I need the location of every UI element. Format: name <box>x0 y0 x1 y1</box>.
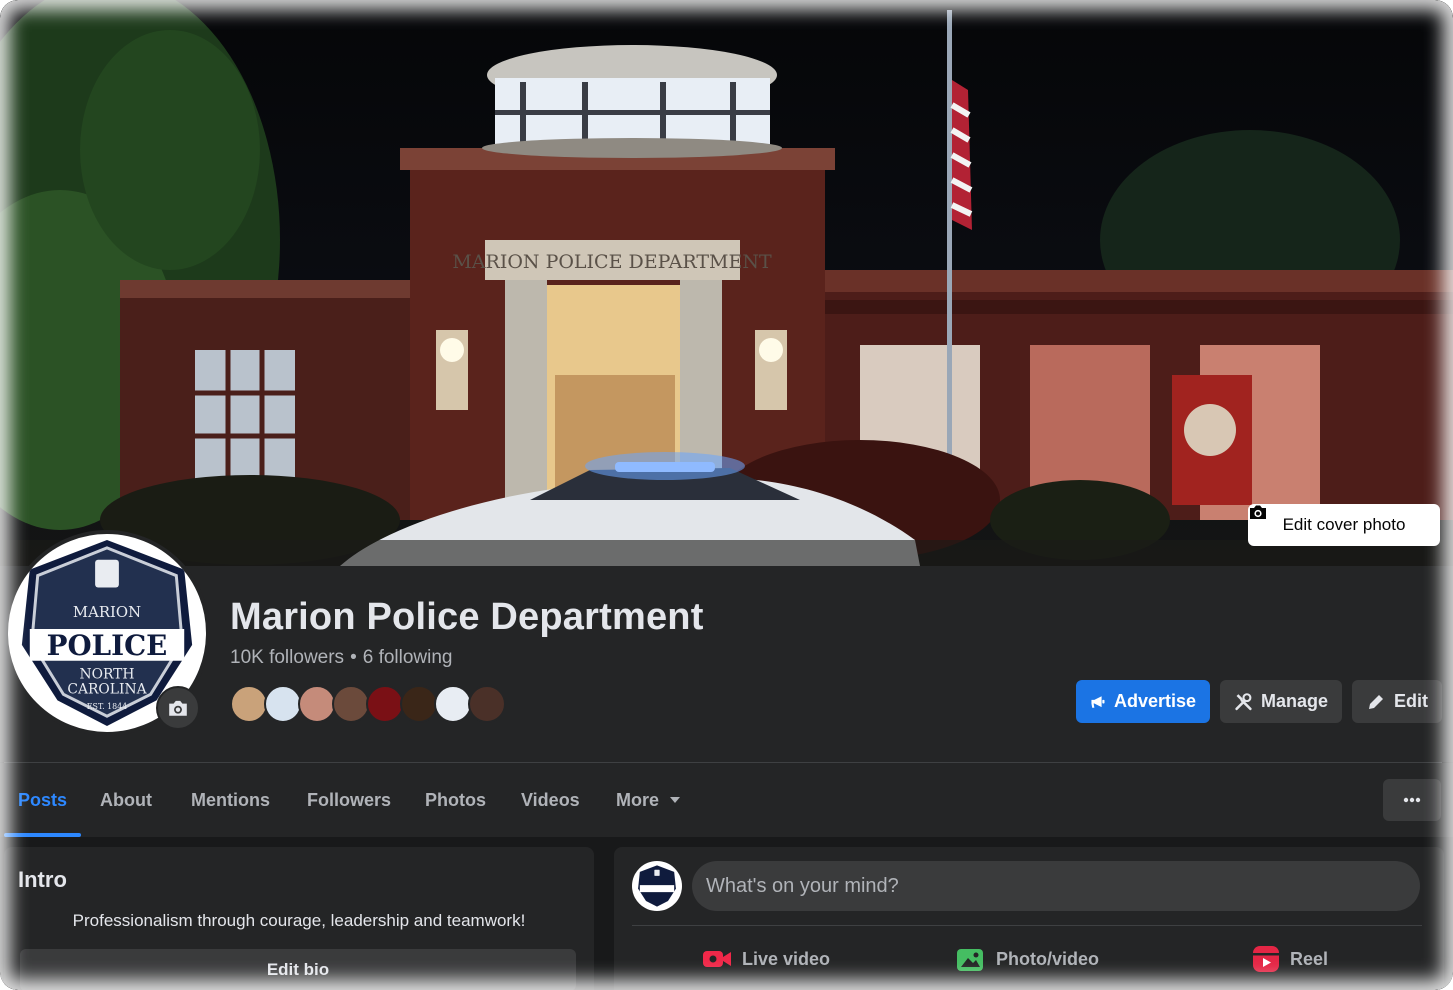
photo-video-button[interactable]: Photo/video <box>956 943 1099 975</box>
post-composer: What's on your mind? Live video Photo/vi… <box>614 847 1444 990</box>
live-video-label: Live video <box>742 948 831 969</box>
follower-avatar[interactable] <box>366 685 404 723</box>
photo-video-label: Photo/video <box>996 948 1099 969</box>
tab-about[interactable]: About <box>100 763 152 837</box>
building-sign-text: MARION POLICE DEPARTMENT <box>452 251 772 273</box>
photo-icon <box>957 949 983 971</box>
tab-more-label: More <box>616 789 660 810</box>
edit-cover-photo-button[interactable]: Edit cover photo <box>1248 504 1440 546</box>
camera-icon <box>169 700 187 716</box>
tab-videos[interactable]: Videos <box>521 763 580 837</box>
police-badge-logo-small <box>638 865 676 907</box>
logo-sub2-text: CAROLINA <box>67 681 147 697</box>
follower-avatar[interactable] <box>468 685 506 723</box>
camera-icon <box>1250 505 1266 519</box>
tab-photos[interactable]: Photos <box>425 763 486 837</box>
follower-avatar[interactable] <box>298 685 336 723</box>
follower-avatar[interactable] <box>434 685 472 723</box>
composer-avatar[interactable] <box>632 861 682 911</box>
intro-bio: Professionalism through courage, leaders… <box>72 911 526 930</box>
edit-page-button[interactable]: Edit <box>1352 680 1442 723</box>
page-tabs: Posts About Mentions Followers Photos Vi… <box>0 763 1453 837</box>
follower-avatar[interactable] <box>264 685 302 723</box>
tab-more[interactable]: More <box>616 763 681 837</box>
edit-bio-button[interactable]: Edit bio <box>20 949 576 990</box>
stats-separator: • <box>350 647 357 668</box>
logo-est-text: EST. 1844 <box>87 702 127 711</box>
cover-photo-scene: MARION POLICE DEPARTMENT <box>0 0 1453 566</box>
intro-title: Intro <box>18 867 67 892</box>
manage-button[interactable]: Manage <box>1220 680 1342 723</box>
tab-posts[interactable]: Posts <box>18 763 67 837</box>
composer-divider <box>632 925 1422 926</box>
pencil-icon <box>1369 694 1383 709</box>
more-options-button[interactable] <box>1383 779 1441 821</box>
reel-button[interactable]: Reel <box>1252 943 1328 975</box>
intro-card: Intro Professionalism through courage, l… <box>4 847 594 990</box>
page-stats: 10K followers • 6 following <box>230 647 453 669</box>
page-title: Marion Police Department <box>230 596 704 638</box>
megaphone-icon <box>1091 695 1105 708</box>
following-count-link[interactable]: 6 following <box>363 647 453 668</box>
follower-avatar[interactable] <box>230 685 268 723</box>
edit-cover-photo-label: Edit cover photo <box>1282 515 1406 534</box>
facebook-page-window: MARION POLICE DEPARTMENT Edit cover phot… <box>0 0 1453 990</box>
page-header <box>0 566 1453 762</box>
follower-avatars[interactable] <box>230 685 506 723</box>
logo-sub1-text: NORTH <box>79 667 134 683</box>
follower-avatar[interactable] <box>400 685 438 723</box>
logo-top-text: MARION <box>73 603 141 621</box>
followers-count-link[interactable]: 10K followers <box>230 647 344 668</box>
follower-avatar[interactable] <box>332 685 370 723</box>
tab-mentions[interactable]: Mentions <box>191 763 270 837</box>
edit-label: Edit <box>1394 691 1428 711</box>
reel-label: Reel <box>1290 948 1329 969</box>
caret-down-icon <box>670 797 681 803</box>
tab-followers[interactable]: Followers <box>307 763 391 837</box>
ellipsis-icon <box>1403 797 1421 803</box>
update-profile-picture-button[interactable] <box>156 686 200 730</box>
advertise-button[interactable]: Advertise <box>1076 680 1210 723</box>
cover-photo[interactable]: MARION POLICE DEPARTMENT Edit cover phot… <box>0 0 1453 566</box>
active-tab-indicator <box>4 833 81 837</box>
whats-on-your-mind-input[interactable]: What's on your mind? <box>692 861 1420 911</box>
logo-main-text: POLICE <box>47 629 168 662</box>
tools-icon <box>1235 692 1252 710</box>
live-video-button[interactable]: Live video <box>702 943 830 975</box>
manage-label: Manage <box>1260 691 1328 711</box>
live-video-icon <box>703 951 731 967</box>
reel-icon <box>1253 946 1279 972</box>
advertise-label: Advertise <box>1113 691 1196 711</box>
